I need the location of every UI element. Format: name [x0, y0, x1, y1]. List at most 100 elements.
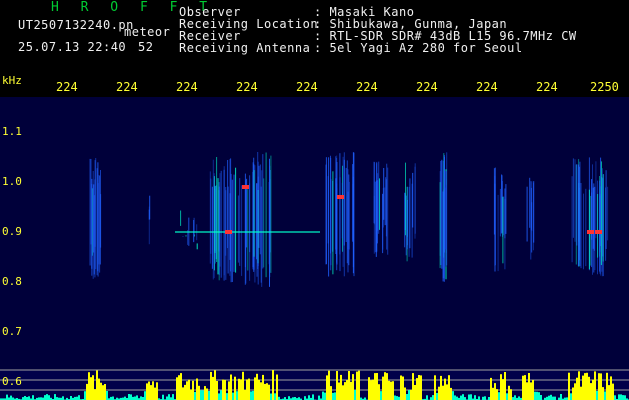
histogram-bar: [124, 396, 126, 400]
x-tick-label: 224: [236, 80, 258, 94]
histogram-bar: [500, 374, 502, 400]
histogram-bar: [254, 377, 256, 400]
histogram-bar: [350, 381, 352, 400]
histogram-bar: [206, 388, 208, 400]
histogram-bar: [248, 378, 250, 400]
histogram-bar: [84, 391, 86, 400]
histogram-bar: [44, 395, 46, 400]
histogram-bar: [506, 393, 508, 400]
histogram-bar: [112, 396, 114, 400]
histogram-bar: [266, 383, 268, 400]
histogram-bar: [78, 395, 80, 400]
y-tick-label: 0.7: [2, 325, 22, 338]
histogram-bar: [176, 377, 178, 400]
histogram-bar: [212, 376, 214, 400]
histogram-bar: [90, 377, 92, 400]
histogram-bar: [386, 373, 388, 400]
histogram-bar: [180, 373, 182, 400]
histogram-bar: [528, 373, 530, 400]
histogram-bar: [570, 393, 572, 400]
histogram-bar: [234, 376, 236, 400]
histogram-bar: [414, 385, 416, 400]
histogram-bar: [370, 380, 372, 400]
histogram-bar: [432, 395, 434, 400]
x-tick-label: 224: [296, 80, 318, 94]
histogram-bar: [624, 395, 626, 400]
histogram-bar: [216, 381, 218, 400]
histogram-bar: [498, 392, 500, 400]
histogram-bar: [322, 391, 324, 400]
histogram-bar: [330, 386, 332, 400]
observation-type: meteor: [124, 25, 171, 39]
histogram-bar: [230, 374, 232, 400]
histogram-bar: [32, 395, 34, 400]
histogram-bar: [162, 394, 164, 400]
histogram-bar: [62, 396, 64, 400]
histogram-bar: [342, 385, 344, 400]
spectrogram-screen: { "header": { "title": "H R O F F T", "f…: [0, 0, 629, 400]
histogram-bar: [100, 382, 102, 400]
histogram-bar: [24, 396, 26, 400]
y-tick-label: 0.9: [2, 225, 22, 238]
histogram-bar: [418, 375, 420, 400]
histogram-bar: [548, 395, 550, 400]
histogram-bar: [526, 382, 528, 400]
histogram-bar: [582, 375, 584, 400]
histogram-bar: [394, 395, 396, 400]
histogram-bar: [502, 379, 504, 400]
histogram-bar: [94, 389, 96, 400]
histogram-bar: [452, 391, 454, 400]
histogram-bar: [580, 386, 582, 400]
histogram-bar: [340, 374, 342, 400]
histogram-bar: [396, 396, 398, 400]
histogram-bar: [404, 387, 406, 400]
histogram-bar: [196, 378, 198, 400]
histogram-bar: [312, 394, 314, 400]
histogram-bar: [416, 378, 418, 400]
histogram-bar: [358, 370, 360, 400]
x-tick-label: 224: [536, 80, 558, 94]
histogram-bar: [210, 371, 212, 400]
histogram-bar: [136, 395, 138, 400]
histogram-bar: [436, 393, 438, 400]
antenna-label: Receiving Antenna: [179, 41, 311, 55]
histogram-bar: [28, 396, 30, 400]
histogram-bar: [154, 387, 156, 400]
histogram-bar: [376, 373, 378, 400]
histogram-bar: [532, 379, 534, 400]
histogram-bar: [130, 394, 132, 400]
histogram-bar: [128, 394, 130, 400]
histogram-bar: [378, 384, 380, 400]
histogram-bar: [578, 371, 580, 400]
signal-peak: [587, 230, 594, 234]
histogram-bar: [598, 373, 600, 400]
histogram-bar: [450, 387, 452, 400]
histogram-bar: [238, 378, 240, 400]
histogram-bar: [334, 392, 336, 400]
x-tick-label: 224: [116, 80, 138, 94]
histogram-bar: [554, 396, 556, 400]
histogram-bar: [470, 394, 472, 400]
histogram-bar: [304, 396, 306, 400]
histogram-bar: [442, 385, 444, 400]
histogram-bar: [572, 387, 574, 400]
datetime-label: 25.07.13 22:40: [18, 40, 127, 54]
histogram-bar: [326, 375, 328, 400]
histogram-bar: [6, 394, 8, 400]
histogram-bar: [328, 370, 330, 400]
histogram-bar: [184, 384, 186, 400]
histogram-bar: [318, 395, 320, 400]
histogram-bar: [586, 372, 588, 400]
histogram-bar: [426, 395, 428, 400]
histogram-bar: [438, 386, 440, 400]
signal-peak: [225, 230, 232, 234]
histogram-bar: [420, 375, 422, 400]
histogram-bar: [96, 370, 98, 400]
histogram-bar: [240, 379, 242, 400]
histogram-bar: [70, 396, 72, 400]
histogram-bar: [272, 370, 274, 400]
histogram-bar: [584, 373, 586, 400]
histogram-bar: [214, 370, 216, 400]
x-tick-label: 2250: [590, 80, 619, 94]
histogram-bar: [168, 394, 170, 400]
